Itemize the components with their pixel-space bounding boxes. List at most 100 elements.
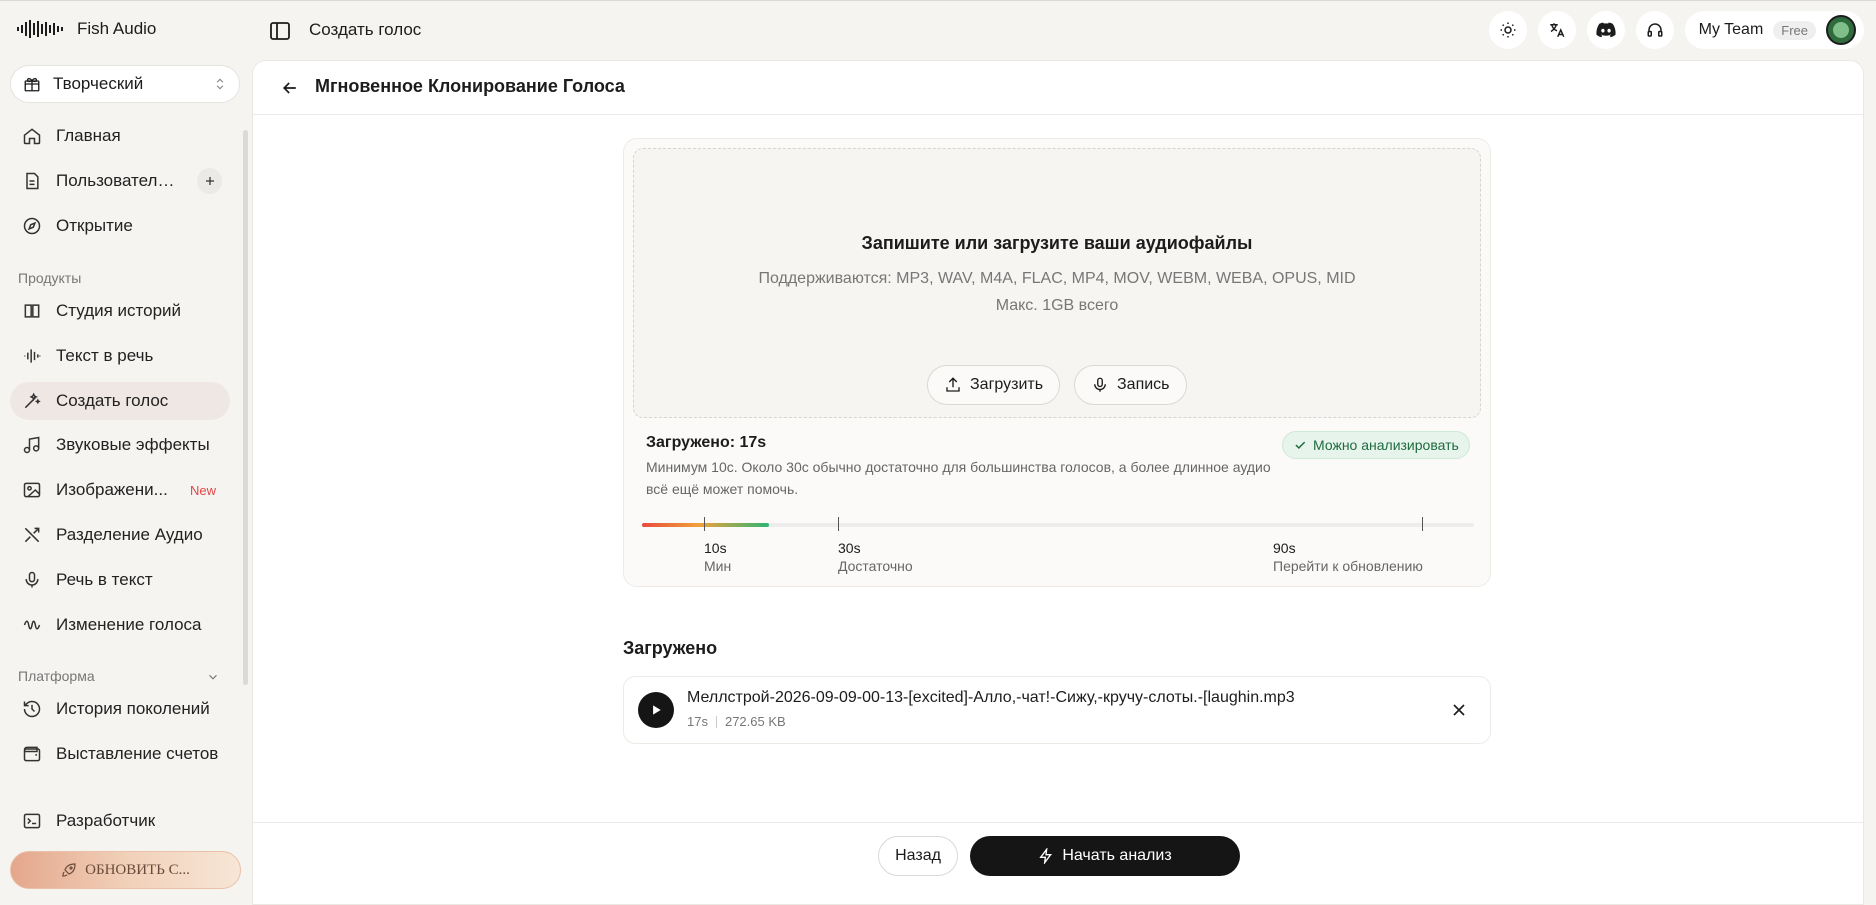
uploaded-duration: Загружено: 17s xyxy=(646,434,767,451)
sidebar-item-discover[interactable]: Открытие xyxy=(10,207,230,245)
compass-icon xyxy=(23,217,41,235)
sidebar-item-audio-separation[interactable]: Разделение Аудио xyxy=(10,516,230,554)
waveform-icon xyxy=(24,349,41,363)
sidebar-item-developer[interactable]: Разработчик xyxy=(10,802,230,840)
upload-icon xyxy=(946,377,960,392)
document-icon xyxy=(26,172,39,190)
sidebar-item-voice-changer[interactable]: Изменение голоса xyxy=(10,606,230,644)
voice-change-icon xyxy=(23,620,41,630)
microphone-icon xyxy=(1094,377,1106,392)
sidebar-item-label: Выставление счетов xyxy=(56,744,219,763)
magic-wand-icon xyxy=(24,392,41,409)
main-panel: Мгновенное Клонирование Голоса Запишите … xyxy=(252,60,1864,905)
plan-badge: Free xyxy=(1773,20,1816,40)
sidebar-item-story-studio[interactable]: Студия историй xyxy=(10,292,230,330)
sidebar-item-speech-to-text[interactable]: Речь в текст xyxy=(10,561,230,599)
sidebar-item-sound-effects[interactable]: Звуковые эффекты xyxy=(10,426,230,464)
sidebar-item-label: Открытие xyxy=(56,216,133,235)
file-duration: 17s xyxy=(687,714,708,729)
sidebar-item-label: Текст в речь xyxy=(56,346,154,365)
sidebar-scrollbar[interactable] xyxy=(243,130,248,685)
sidebar-item-label: Разделение Аудио xyxy=(56,525,203,544)
back-button[interactable]: Назад xyxy=(878,836,958,876)
split-icon xyxy=(24,527,40,543)
sidebar-item-label: Изображени... xyxy=(56,480,168,499)
sidebar-item-generation-history[interactable]: История поколений xyxy=(10,690,230,728)
upload-button[interactable]: Загрузить xyxy=(927,365,1061,405)
add-custom-button[interactable] xyxy=(197,168,222,194)
sidebar-item-tts[interactable]: Текст в речь xyxy=(10,337,230,375)
image-icon xyxy=(23,482,41,498)
tick-enough xyxy=(838,517,839,531)
sidebar-item-images[interactable]: Изображени... New xyxy=(10,471,230,509)
badge-label: Можно анализировать xyxy=(1313,437,1459,453)
start-analysis-button[interactable]: Начать анализ xyxy=(970,836,1240,876)
section-label-platform: Платформа xyxy=(18,668,95,684)
start-analysis-label: Начать анализ xyxy=(1062,847,1172,864)
brand-name: Fish Audio xyxy=(77,19,157,38)
tick-upgrade-value: 90s xyxy=(1273,540,1296,556)
dropzone-title: Запишите или загрузите ваши аудиофайлы xyxy=(861,233,1253,253)
play-button[interactable] xyxy=(638,692,674,728)
upload-label: Загрузить xyxy=(970,376,1044,393)
sidebar-item-label: Главная xyxy=(56,126,121,145)
sidebar-item-label: История поколений xyxy=(56,699,210,718)
main-header: Мгновенное Клонирование Голоса xyxy=(253,61,1863,115)
sidebar-item-label: Создать голос xyxy=(56,391,169,410)
avatar[interactable] xyxy=(1826,15,1856,45)
workspace-select[interactable]: Творческий xyxy=(10,65,240,103)
max-size: Макс. 1GB всего xyxy=(995,297,1119,314)
team-switcher[interactable]: My Team Free xyxy=(1684,11,1864,49)
sidebar-item-billing[interactable]: Выставление счетов xyxy=(10,735,230,773)
tick-upgrade xyxy=(1422,517,1423,531)
sidebar-toggle-icon[interactable] xyxy=(268,19,292,43)
lightning-icon xyxy=(1039,848,1053,864)
record-button[interactable]: Запись xyxy=(1074,365,1187,405)
sidebar-item-create-voice[interactable]: Создать голос xyxy=(10,382,230,420)
wallet-icon xyxy=(23,746,41,762)
chevron-down-icon[interactable] xyxy=(206,670,220,684)
file-size: 272.65 KB xyxy=(724,714,786,729)
top-actions: My Team Free xyxy=(1488,11,1876,49)
story-icon xyxy=(24,304,40,318)
theme-toggle-button[interactable] xyxy=(1488,11,1527,49)
support-button[interactable] xyxy=(1635,11,1674,49)
new-badge: New xyxy=(189,482,216,498)
team-name: My Team xyxy=(1698,21,1764,38)
discord-button[interactable] xyxy=(1586,11,1625,49)
plus-icon xyxy=(205,177,214,185)
tick-enough-caption: Достаточно xyxy=(838,558,913,574)
discord-icon xyxy=(1596,22,1616,38)
duration-progress-fill xyxy=(642,523,769,527)
close-icon[interactable] xyxy=(1449,700,1469,720)
meta-divider xyxy=(715,715,717,728)
translate-icon xyxy=(1549,23,1565,38)
home-icon xyxy=(23,128,41,145)
record-label: Запись xyxy=(1117,376,1170,393)
history-icon xyxy=(23,700,41,718)
language-button[interactable] xyxy=(1537,11,1576,49)
upgrade-button[interactable]: ОБНОВИТЬ С... xyxy=(10,851,241,889)
sidebar-item-custom[interactable]: Пользовательс... xyxy=(10,162,230,200)
page-breadcrumb-title: Создать голос xyxy=(309,20,422,39)
analyze-ready-badge: Можно анализировать xyxy=(1282,431,1470,459)
headphones-icon xyxy=(1647,23,1663,37)
duration-hint: Минимум 10с. Около 30с обычно достаточно… xyxy=(646,459,1271,497)
check-icon xyxy=(1295,441,1306,449)
back-arrow-icon[interactable] xyxy=(280,78,300,98)
top-bar: Fish Audio Создать голос My Team Free xyxy=(0,0,1876,60)
audio-dropzone[interactable]: Запишите или загрузите ваши аудиофайлы П… xyxy=(633,148,1481,418)
footer-actions: Назад Начать анализ xyxy=(253,822,1863,904)
gift-icon xyxy=(24,77,40,92)
duration-progress-bar xyxy=(642,523,1474,527)
sidebar-item-label: Пользовательс... xyxy=(56,171,184,190)
sidebar-item-home[interactable]: Главная xyxy=(10,117,230,155)
tick-min xyxy=(704,517,705,531)
list-item: Меллстрой-2026-09-09-00-13-[excited]-Алл… xyxy=(623,676,1491,744)
sidebar: Творческий Главная Пользовательс... Откр… xyxy=(0,60,252,905)
brand[interactable]: Fish Audio xyxy=(17,19,156,39)
uploaded-files-title: Загружено xyxy=(623,638,718,658)
microphone-icon xyxy=(25,571,39,588)
rocket-icon xyxy=(62,863,76,877)
workspace-label: Творческий xyxy=(53,74,144,93)
